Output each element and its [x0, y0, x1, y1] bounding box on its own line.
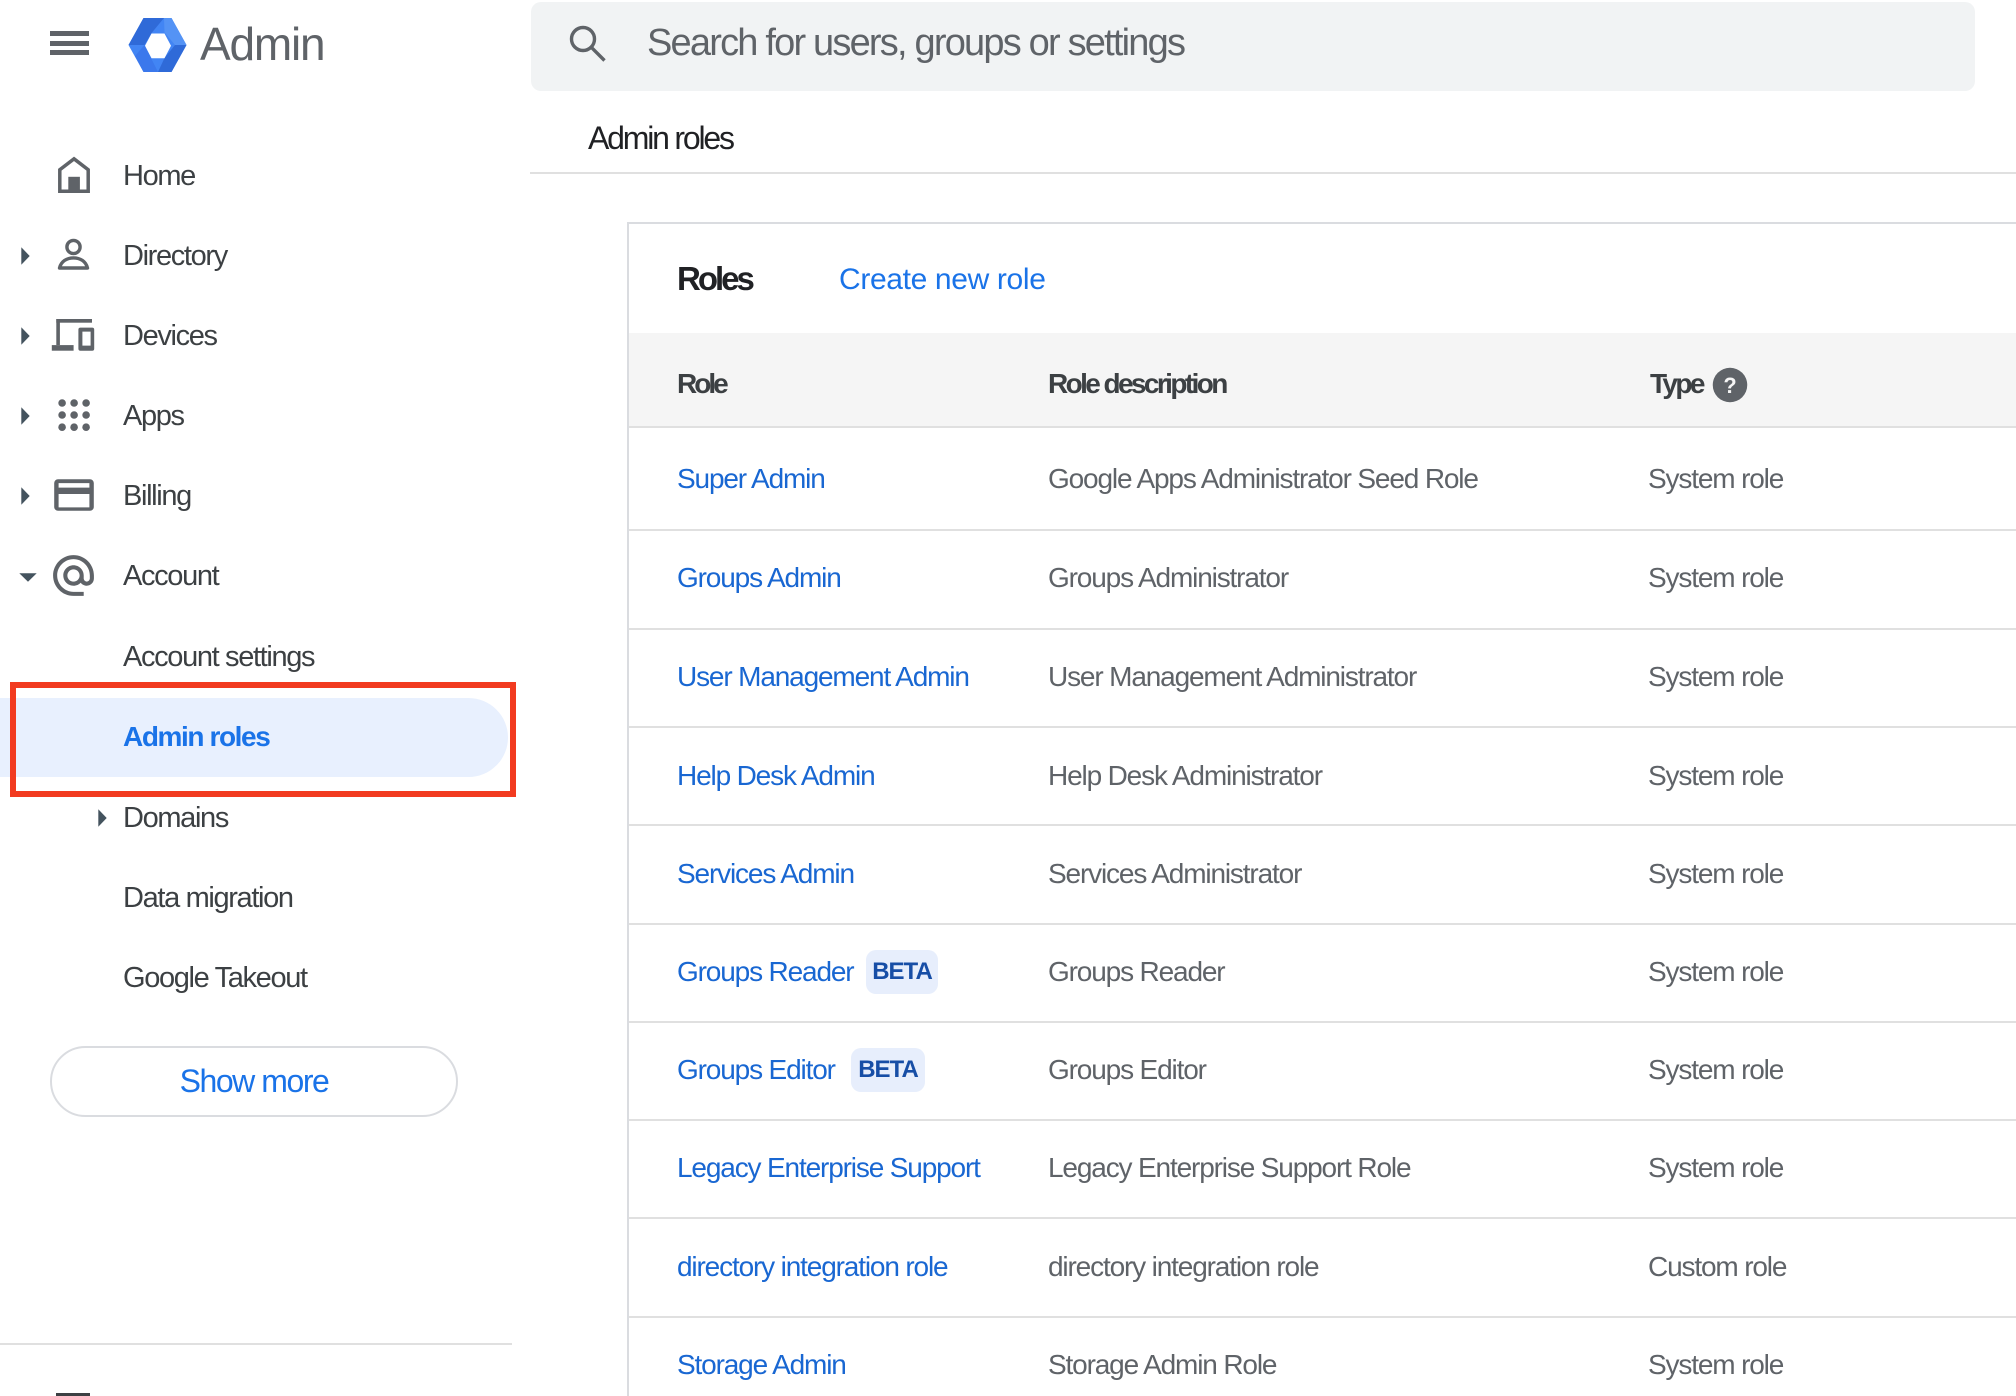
svg-text:?: ?	[1723, 373, 1736, 398]
